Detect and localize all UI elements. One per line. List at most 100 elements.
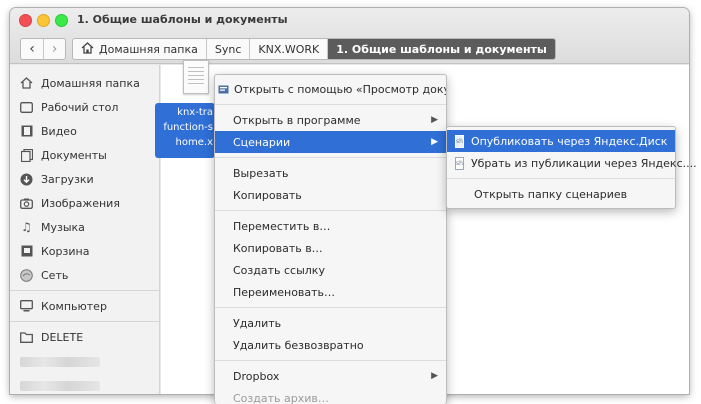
sidebar-item-label: DELETE xyxy=(41,330,84,344)
menu-separator xyxy=(215,157,446,158)
document-viewer-icon xyxy=(218,84,229,95)
menu-item-open-scripts-folder[interactable]: Открыть папку сценариев xyxy=(447,183,675,205)
window-title: 1. Общие шаблоны и документы xyxy=(77,13,288,26)
menu-separator xyxy=(215,104,446,105)
trash-icon xyxy=(20,245,33,258)
sidebar-item-home[interactable]: Домашняя папка xyxy=(10,71,159,95)
menu-item-rename[interactable]: Переименовать… xyxy=(215,281,446,303)
chevron-right-icon: › xyxy=(51,41,58,57)
menu-item-scripts[interactable]: Сценарии ▶ xyxy=(215,131,446,153)
selected-file[interactable] xyxy=(155,60,215,94)
menu-separator xyxy=(215,360,446,361)
scripts-submenu: sh Опубликовать через Яндекс.Диск sh Убр… xyxy=(446,126,697,209)
menu-item-create-archive[interactable]: Создать архив… xyxy=(215,387,446,404)
folder-icon xyxy=(20,331,33,344)
menu-item-label: Сценарии xyxy=(233,135,291,149)
minimize-window-button[interactable] xyxy=(37,14,50,27)
menu-item-label: Переименовать… xyxy=(233,285,336,299)
menu-item-move-to[interactable]: Переместить в… xyxy=(215,215,446,237)
breadcrumb-current-folder[interactable]: 1. Общие шаблоны и документы xyxy=(328,39,555,59)
sidebar-item-downloads[interactable]: Загрузки xyxy=(10,167,159,191)
sidebar-item-label: Загрузки xyxy=(41,172,94,186)
breadcrumb-sync[interactable]: Sync xyxy=(207,39,251,59)
sidebar-item-label: Изображения xyxy=(41,196,120,210)
breadcrumb-knx-work[interactable]: KNX.WORK xyxy=(250,39,329,59)
sidebar-item-label: Музыка xyxy=(41,220,85,234)
sidebar-item-video[interactable]: Видео xyxy=(10,119,159,143)
menu-item-copy[interactable]: Копировать xyxy=(215,184,446,206)
menu-item-label: Копировать xyxy=(233,188,302,202)
menu-item-label: Удалить безвозвратно xyxy=(233,338,364,352)
sidebar-divider xyxy=(10,321,159,322)
sidebar: Домашняя папка Рабочий стол Видео Докуме… xyxy=(10,65,160,394)
sidebar-item-documents[interactable]: Документы xyxy=(10,143,159,167)
file-name-line: knx-tra xyxy=(177,107,213,118)
script-icon: sh xyxy=(455,156,464,170)
video-icon xyxy=(20,125,33,138)
home-icon xyxy=(20,77,33,90)
menu-item-label: Копировать в… xyxy=(233,241,323,255)
sidebar-item-label: Корзина xyxy=(41,244,90,258)
sidebar-item-music[interactable]: ♫ Музыка xyxy=(10,215,159,239)
file-name-line: function-s xyxy=(163,122,213,133)
sidebar-item-label: Видео xyxy=(41,124,77,138)
sidebar-item-label: Сеть xyxy=(41,268,69,282)
back-button[interactable]: ‹ xyxy=(21,39,43,59)
chevron-left-icon: ‹ xyxy=(29,41,35,57)
sidebar-item-label: Домашняя папка xyxy=(41,76,140,90)
network-icon xyxy=(20,268,33,282)
menu-item-open-in-program[interactable]: Открыть в программе ▶ xyxy=(215,109,446,131)
sidebar-item-pictures[interactable]: Изображения xyxy=(10,191,159,215)
downloads-icon xyxy=(20,173,33,186)
sidebar-item-trash[interactable]: Корзина xyxy=(10,239,159,263)
menu-item-unpublish-yandex-disk[interactable]: sh Убрать из публикации через Яндекс.... xyxy=(447,152,697,174)
menu-item-publish-yandex-disk[interactable]: sh Опубликовать через Яндекс.Диск xyxy=(447,130,675,152)
computer-icon xyxy=(20,300,33,313)
camera-icon xyxy=(20,197,33,210)
menu-separator xyxy=(215,307,446,308)
breadcrumb: Домашняя папка Sync KNX.WORK 1. Общие ша… xyxy=(72,38,556,60)
home-icon xyxy=(81,41,94,57)
titlebar: 1. Общие шаблоны и документы ‹ › Домашня… xyxy=(10,8,689,64)
redacted-bookmark[interactable] xyxy=(20,357,100,367)
breadcrumb-label: Sync xyxy=(214,42,242,56)
menu-separator xyxy=(215,210,446,211)
menu-separator xyxy=(447,178,675,179)
breadcrumb-label: KNX.WORK xyxy=(258,42,320,56)
menu-item-delete[interactable]: Удалить xyxy=(215,312,446,334)
menu-item-delete-permanently[interactable]: Удалить безвозвратно xyxy=(215,334,446,356)
menu-item-label: Убрать из публикации через Яндекс.... xyxy=(470,156,697,170)
menu-item-cut[interactable]: Вырезать xyxy=(215,162,446,184)
redacted-bookmark[interactable] xyxy=(20,381,100,391)
desktop-icon xyxy=(20,101,33,114)
menu-item-label: Dropbox xyxy=(233,369,280,383)
breadcrumb-home[interactable]: Домашняя папка xyxy=(73,39,207,59)
documents-icon xyxy=(20,148,33,162)
selected-file-label[interactable]: knx-tra function-s home.x xyxy=(155,103,215,158)
sidebar-item-label: Рабочий стол xyxy=(41,100,119,114)
menu-item-label: Открыть папку сценариев xyxy=(474,187,628,201)
sidebar-bookmark-delete[interactable]: DELETE xyxy=(10,325,159,349)
close-window-button[interactable] xyxy=(19,14,32,27)
navigation-buttons: ‹ › xyxy=(20,38,66,60)
sidebar-item-desktop[interactable]: Рабочий стол xyxy=(10,95,159,119)
sidebar-item-label: Компьютер xyxy=(41,299,107,313)
maximize-window-button[interactable] xyxy=(55,14,68,27)
sidebar-item-network[interactable]: Сеть xyxy=(10,263,159,287)
menu-item-label: Вырезать xyxy=(233,166,289,180)
sidebar-divider xyxy=(10,290,159,291)
menu-item-create-link[interactable]: Создать ссылку xyxy=(215,259,446,281)
menu-item-label: Опубликовать через Яндекс.Диск xyxy=(470,134,668,148)
menu-item-open-with-viewer[interactable]: Открыть с помощью «Просмотр доку… xyxy=(215,78,446,100)
sidebar-item-computer[interactable]: Компьютер xyxy=(10,294,159,318)
submenu-arrow-icon: ▶ xyxy=(431,137,438,147)
music-icon: ♫ xyxy=(21,220,32,234)
menu-item-label: Открыть с помощью «Просмотр доку… xyxy=(234,82,447,96)
menu-item-label: Переместить в… xyxy=(233,219,331,233)
file-name-line: home.x xyxy=(175,137,213,148)
menu-item-dropbox[interactable]: Dropbox ▶ xyxy=(215,365,446,387)
menu-item-label: Создать архив… xyxy=(233,391,329,404)
menu-item-copy-to[interactable]: Копировать в… xyxy=(215,237,446,259)
forward-button[interactable]: › xyxy=(43,39,65,59)
breadcrumb-label: Домашняя папка xyxy=(99,42,198,56)
